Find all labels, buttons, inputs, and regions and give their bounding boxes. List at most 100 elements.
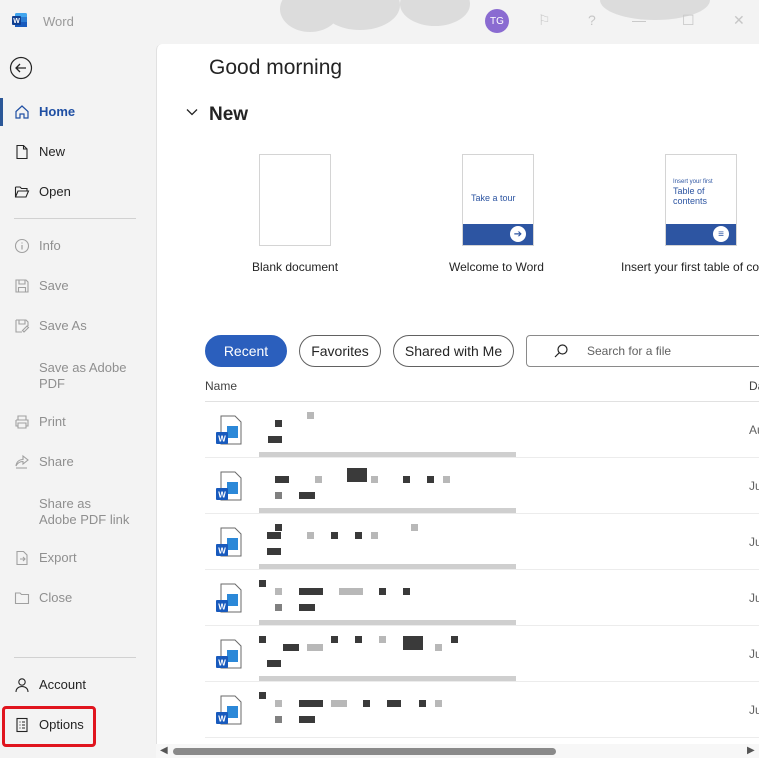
redacted-text — [451, 636, 458, 643]
redacted-text — [299, 716, 315, 723]
share-icon — [13, 453, 31, 471]
template-caption: Welcome to Word — [449, 260, 544, 274]
redacted-text — [267, 532, 281, 539]
file-row[interactable]: W Ju — [205, 514, 759, 570]
column-header-name[interactable]: Name — [205, 379, 237, 393]
sidebar-item-close: Close — [0, 580, 156, 616]
template-caption: Insert your first table of co — [621, 260, 759, 274]
word-document-icon: W — [216, 639, 242, 669]
folder-open-icon — [13, 183, 31, 201]
save-icon — [13, 277, 31, 295]
search-placeholder: Search for a file — [587, 344, 672, 358]
help-icon[interactable]: ? — [588, 12, 596, 28]
account-icon — [13, 676, 31, 694]
file-date: Au — [749, 423, 759, 437]
thumbnail-text: Take a tour — [471, 193, 516, 203]
feedback-icon[interactable]: ⚐ — [538, 12, 551, 29]
scroll-right-icon[interactable]: ▶ — [747, 745, 755, 756]
thumbnail-text: Insert your first — [673, 179, 713, 185]
tab-shared-with-me[interactable]: Shared with Me — [393, 335, 514, 367]
redacted-text — [355, 532, 362, 539]
redacted-text — [307, 532, 314, 539]
export-icon — [13, 549, 31, 567]
svg-text:W: W — [218, 547, 226, 556]
close-folder-icon — [13, 589, 31, 607]
sidebar-item-label: Share as Adobe PDF link — [39, 496, 130, 527]
template-blank-document[interactable] — [259, 154, 331, 246]
back-arrow-icon[interactable] — [9, 56, 33, 80]
new-document-icon — [13, 143, 31, 161]
file-path-bar — [259, 508, 516, 513]
scroll-left-icon[interactable]: ◀ — [160, 745, 168, 756]
sidebar-item-export: Export — [0, 540, 156, 576]
svg-text:W: W — [218, 603, 226, 612]
redacted-text — [419, 700, 426, 707]
template-thumbnail: Insert your first Table of contents ≡ — [665, 154, 737, 246]
sidebar-item-account[interactable]: Account — [0, 667, 156, 703]
template-caption: Blank document — [252, 260, 339, 274]
search-input[interactable]: Search for a file — [526, 335, 759, 367]
redacted-text — [403, 476, 410, 483]
sidebar-item-share-as-adobe-pdf-link: Share as Adobe PDF link — [0, 492, 156, 532]
file-row[interactable]: W Ju — [205, 626, 759, 682]
thumbnail-text: Table of contents — [673, 186, 708, 206]
chevron-down-icon[interactable] — [186, 108, 198, 116]
background-decoration — [400, 0, 470, 26]
file-row[interactable]: W Au — [205, 402, 759, 458]
search-icon — [554, 344, 568, 358]
save-as-icon — [13, 317, 31, 335]
file-row[interactable]: W Ju — [205, 570, 759, 626]
scrollbar-thumb[interactable] — [173, 748, 556, 755]
redacted-text — [331, 700, 347, 707]
template-table-of-contents[interactable]: Insert your first Table of contents ≡ — [665, 154, 737, 246]
tab-favorites[interactable]: Favorites — [299, 335, 381, 367]
file-path-bar — [259, 620, 516, 625]
redacted-text — [259, 580, 266, 587]
svg-text:W: W — [218, 659, 226, 668]
redacted-text — [379, 636, 386, 643]
maximize-icon[interactable]: ☐ — [682, 12, 695, 29]
svg-text:W: W — [218, 435, 226, 444]
file-date: Ju — [749, 703, 759, 717]
file-row[interactable]: W Ju — [205, 458, 759, 514]
file-date: Ju — [749, 591, 759, 605]
tab-recent[interactable]: Recent — [205, 335, 287, 367]
redacted-text — [435, 700, 442, 707]
minimize-icon[interactable]: — — [632, 12, 646, 28]
print-icon — [13, 413, 31, 431]
sidebar-item-label: Share — [39, 454, 74, 469]
redacted-text — [275, 492, 282, 499]
word-document-icon: W — [216, 527, 242, 557]
redacted-text — [275, 588, 282, 595]
redacted-text — [275, 524, 282, 531]
sidebar-item-share: Share — [0, 444, 156, 480]
redacted-text — [355, 636, 362, 643]
sidebar-item-home[interactable]: Home — [0, 94, 156, 130]
sidebar-item-label: Print — [39, 414, 66, 429]
sidebar-item-label: Account — [39, 677, 86, 692]
template-welcome-to-word[interactable]: Take a tour ➔ — [462, 154, 534, 246]
file-row[interactable]: W Ju — [205, 682, 759, 738]
redacted-text — [307, 644, 323, 651]
home-icon — [13, 103, 31, 121]
redacted-text — [275, 700, 282, 707]
redacted-text — [275, 604, 282, 611]
template-thumbnail: Take a tour ➔ — [462, 154, 534, 246]
redacted-text — [259, 636, 266, 643]
redacted-text — [331, 532, 338, 539]
horizontal-scrollbar[interactable]: ◀ ▶ — [156, 744, 759, 758]
redacted-text — [443, 476, 450, 483]
sidebar-item-open[interactable]: Open — [0, 174, 156, 210]
background-decoration — [320, 0, 400, 30]
redacted-text — [363, 700, 370, 707]
sidebar-item-new[interactable]: New — [0, 134, 156, 170]
avatar[interactable]: TG — [485, 9, 509, 33]
redacted-text — [259, 692, 266, 699]
column-header-date[interactable]: Da — [749, 379, 759, 393]
sidebar-item-label: Save as Adobe PDF — [39, 360, 127, 391]
file-path-bar — [259, 564, 516, 569]
sidebar-item-save: Save — [0, 268, 156, 304]
file-path-bar — [259, 452, 516, 457]
close-icon[interactable]: ✕ — [733, 12, 745, 29]
redacted-text — [403, 588, 410, 595]
